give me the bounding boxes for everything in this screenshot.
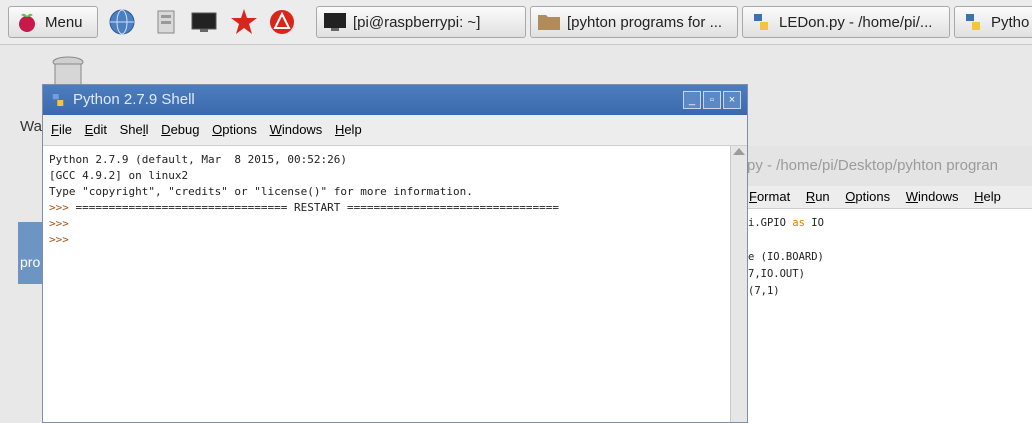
menu-file[interactable]: File (51, 122, 72, 137)
python-icon (966, 14, 980, 30)
maximize-button[interactable]: ▫ (703, 91, 721, 109)
wolfram-icon[interactable] (268, 8, 296, 36)
editor-menu-run[interactable]: Run (806, 189, 830, 204)
shell-title: Python 2.7.9 Shell (73, 91, 195, 108)
menu-windows[interactable]: Windows (270, 122, 323, 137)
desktop-trash-label: Wa (20, 118, 42, 135)
taskbar-task-terminal[interactable]: [pi@raspberrypi: ~] (316, 6, 526, 38)
editor-title: py - /home/pi/Desktop/pyhton progran (741, 146, 1032, 186)
restart-line: ================================ RESTART… (75, 201, 559, 214)
shell-prompt: >>> (49, 233, 69, 246)
shell-line: Python 2.7.9 (default, Mar 8 2015, 00:52… (49, 153, 348, 166)
python-icon (52, 94, 64, 106)
desktop-selected-item[interactable]: pro (18, 222, 44, 284)
editor-menu-help[interactable]: Help (974, 189, 1001, 204)
editor-menubar: Format Run Options Windows Help (741, 186, 1032, 209)
code-line: (7,1) (748, 285, 780, 297)
menu-debug[interactable]: Debug (161, 122, 199, 137)
editor-menu-format[interactable]: Format (749, 189, 790, 204)
scroll-up-icon[interactable] (733, 148, 745, 155)
code-line: e (IO.BOARD) (748, 251, 824, 263)
menu-button[interactable]: Menu (8, 6, 98, 38)
code-line: i.GPIO as IO (748, 217, 824, 229)
shell-titlebar[interactable]: Python 2.7.9 Shell _ ▫ × (43, 85, 747, 115)
mathematica-icon[interactable] (230, 8, 258, 36)
shell-output[interactable]: Python 2.7.9 (default, Mar 8 2015, 00:52… (43, 146, 729, 422)
taskbar-task-label: [pyhton programs for ... (567, 13, 723, 31)
menu-help[interactable]: Help (335, 122, 362, 137)
menu-label: Menu (45, 13, 83, 31)
shell-line: [GCC 4.9.2] on linux2 (49, 169, 189, 182)
raspberry-icon (19, 13, 35, 32)
globe-icon[interactable] (108, 8, 136, 36)
close-button[interactable]: × (723, 91, 741, 109)
code-line: 7,IO.OUT) (748, 268, 805, 280)
terminal-icon[interactable] (190, 8, 218, 36)
taskbar-task-label: LEDon.py - /home/pi/... (779, 13, 933, 31)
shell-menubar: File Edit Shell Debug Options Windows He… (43, 115, 747, 146)
editor-menu-options[interactable]: Options (845, 189, 890, 204)
taskbar-task-label: [pi@raspberrypi: ~] (353, 13, 481, 31)
shell-line: Type "copyright", "credits" or "license(… (49, 185, 473, 198)
shell-scrollbar[interactable] (730, 146, 747, 422)
python-icon (754, 14, 768, 30)
menu-options[interactable]: Options (212, 122, 257, 137)
desktop-selected-label: pro (20, 254, 41, 270)
taskbar-task-label: Pytho (991, 13, 1030, 31)
taskbar-task-python[interactable]: Pytho (954, 6, 1032, 38)
folder-icon (538, 15, 560, 30)
minimize-button[interactable]: _ (683, 91, 701, 109)
shell-prompt: >>> (49, 201, 69, 214)
taskbar-task-folder[interactable]: [pyhton programs for ... (530, 6, 738, 38)
terminal-icon (324, 13, 346, 31)
file-manager-icon[interactable] (152, 8, 180, 36)
editor-window[interactable]: py - /home/pi/Desktop/pyhton progran For… (740, 146, 1032, 423)
editor-code[interactable]: i.GPIO as IO e (IO.BOARD) 7,IO.OUT) (7,1… (741, 209, 1032, 300)
menu-edit[interactable]: Edit (85, 122, 107, 137)
shell-window[interactable]: Python 2.7.9 Shell _ ▫ × File Edit Shell… (42, 84, 748, 423)
taskbar-task-ledon[interactable]: LEDon.py - /home/pi/... (742, 6, 950, 38)
menu-shell[interactable]: Shell (120, 122, 149, 137)
taskbar: Menu [pi@raspberrypi: ~] [pyhton program… (0, 0, 1032, 45)
shell-prompt: >>> (49, 217, 69, 230)
editor-menu-windows[interactable]: Windows (906, 189, 959, 204)
